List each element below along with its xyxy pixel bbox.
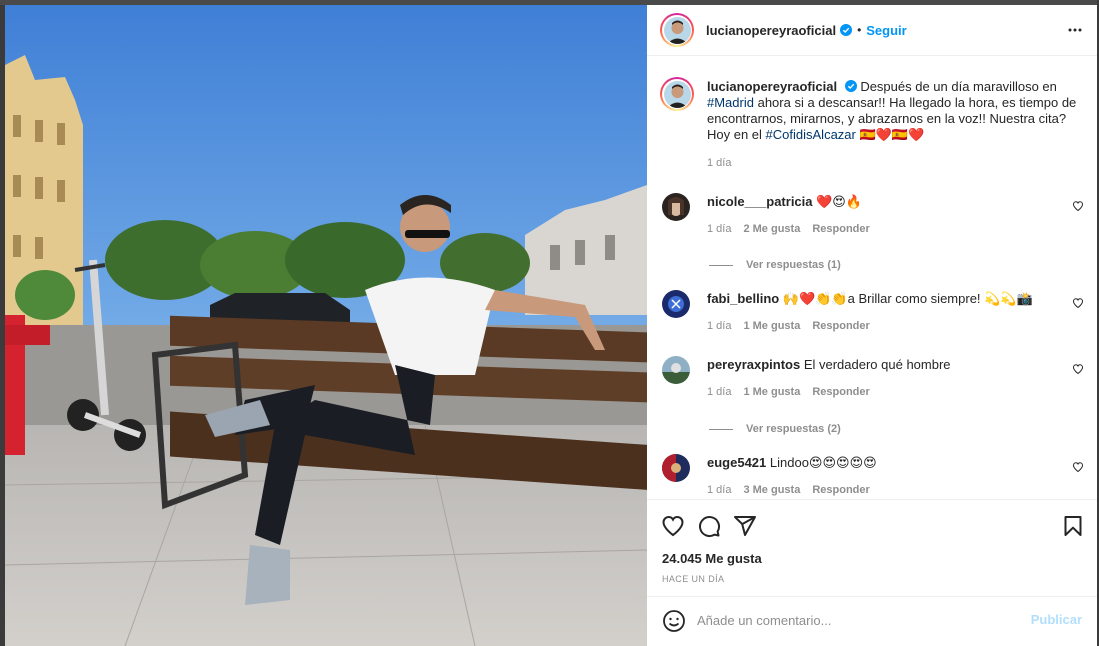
comment-meta: 1 día 1 Me gusta Responder	[707, 386, 870, 398]
like-count[interactable]: 24.045 Me gusta	[662, 551, 762, 566]
caption-avatar[interactable]	[660, 77, 694, 111]
commenter-avatar[interactable]	[662, 356, 690, 384]
comment-likes[interactable]: 3 Me gusta	[743, 484, 800, 496]
emoji-icon[interactable]	[662, 609, 686, 633]
comments-list[interactable]: lucianopereyraoficial Después de un día …	[647, 57, 1097, 499]
reply-button[interactable]: Responder	[812, 320, 869, 332]
caption-part-a: Después de un día maravilloso en	[860, 79, 1057, 94]
comment-time[interactable]: 1 día	[707, 223, 731, 235]
share-icon[interactable]	[733, 514, 757, 538]
reply-button[interactable]: Responder	[812, 386, 869, 398]
replies-line	[709, 264, 733, 266]
comment-time[interactable]: 1 día	[707, 484, 731, 496]
view-replies-label: Ver respuestas (2)	[746, 423, 841, 435]
comment-text: 🙌❤️👏👏a Brillar como siempre! 💫💫📸	[782, 291, 1033, 306]
avatar-image	[662, 454, 690, 482]
commenter-avatar[interactable]	[662, 193, 690, 221]
avatar-image	[663, 80, 691, 108]
hashtag-madrid[interactable]: #Madrid	[707, 95, 754, 110]
avatar-image	[663, 16, 691, 44]
follow-button[interactable]: Seguir	[866, 23, 906, 38]
comment-text: Lindoo😍😍😍😍😍	[769, 455, 877, 470]
comment-text: El verdadero qué hombre	[803, 357, 951, 372]
comment-likes[interactable]: 2 Me gusta	[743, 223, 800, 235]
comment-like-heart-icon[interactable]	[1072, 461, 1084, 473]
more-horizontal-icon[interactable]	[1067, 22, 1083, 38]
commenter-avatar[interactable]	[662, 454, 690, 482]
publish-button[interactable]: Publicar	[1031, 612, 1082, 627]
bookmark-icon[interactable]	[1061, 514, 1085, 538]
post-actions: 24.045 Me gusta HACE UN DÍA Publicar	[647, 499, 1097, 641]
comment-likes[interactable]: 1 Me gusta	[743, 386, 800, 398]
comment-like-heart-icon[interactable]	[1072, 200, 1084, 212]
reply-button[interactable]: Responder	[812, 484, 869, 496]
comment-username[interactable]: fabi_bellino	[707, 291, 779, 306]
avatar-image	[662, 356, 690, 384]
author-username[interactable]: lucianopereyraoficial	[706, 23, 836, 38]
verified-badge-icon	[844, 80, 857, 92]
view-replies-button[interactable]: Ver respuestas (2)	[709, 423, 841, 435]
verified-badge-icon	[840, 24, 853, 36]
comment-meta: 1 día 1 Me gusta Responder	[707, 320, 870, 332]
comment-username[interactable]: euge5421	[707, 455, 766, 470]
comment-meta: 1 día 3 Me gusta Responder	[707, 484, 870, 496]
caption-emojis: 🇪🇸❤️🇪🇸❤️	[859, 127, 925, 142]
comment-text: ❤️😍🔥	[816, 194, 863, 209]
separator-dot: •	[857, 23, 862, 37]
post-timestamp[interactable]: HACE UN DÍA	[662, 574, 724, 584]
comment-like-heart-icon[interactable]	[1072, 297, 1084, 309]
comment-time[interactable]: 1 día	[707, 386, 731, 398]
post-header: lucianopereyraoficial • Seguir	[647, 5, 1097, 56]
avatar-image	[662, 290, 690, 318]
comment-time[interactable]: 1 día	[707, 320, 731, 332]
add-comment-bar: Publicar	[647, 596, 1097, 642]
comment-meta: 1 día 2 Me gusta Responder	[707, 223, 870, 235]
reply-button[interactable]: Responder	[812, 223, 869, 235]
comment-body: euge5421 Lindoo😍😍😍😍😍	[707, 455, 1047, 471]
add-comment-input[interactable]	[697, 605, 1017, 635]
post-photo[interactable]	[5, 5, 647, 646]
post-image	[5, 5, 647, 646]
caption-username[interactable]: lucianopereyraoficial	[707, 79, 837, 94]
caption-text: lucianopereyraoficial Después de un día …	[707, 79, 1087, 143]
instagram-post-modal: lucianopereyraoficial • Seguir lucianope…	[0, 0, 1099, 646]
view-replies-button[interactable]: Ver respuestas (1)	[709, 259, 841, 271]
comment-body: fabi_bellino 🙌❤️👏👏a Brillar como siempre…	[707, 291, 1047, 307]
post-side-panel: lucianopereyraoficial • Seguir lucianope…	[647, 5, 1097, 646]
comment-username[interactable]: pereyraxpintos	[707, 357, 800, 372]
comment-like-heart-icon[interactable]	[1072, 363, 1084, 375]
view-replies-label: Ver respuestas (1)	[746, 259, 841, 271]
caption-time[interactable]: 1 día	[707, 157, 731, 169]
avatar-image	[662, 193, 690, 221]
comment-body: nicole___patricia ❤️😍🔥	[707, 194, 1047, 210]
comment-username[interactable]: nicole___patricia	[707, 194, 813, 209]
author-avatar[interactable]	[660, 13, 694, 47]
heart-icon[interactable]	[661, 514, 685, 538]
hashtag-cofidis[interactable]: #CofidisAlcazar	[766, 127, 856, 142]
commenter-avatar[interactable]	[662, 290, 690, 318]
comment-body: pereyraxpintos El verdadero qué hombre	[707, 357, 1047, 373]
comment-likes[interactable]: 1 Me gusta	[743, 320, 800, 332]
replies-line	[709, 428, 733, 430]
comment-icon[interactable]	[697, 514, 721, 538]
